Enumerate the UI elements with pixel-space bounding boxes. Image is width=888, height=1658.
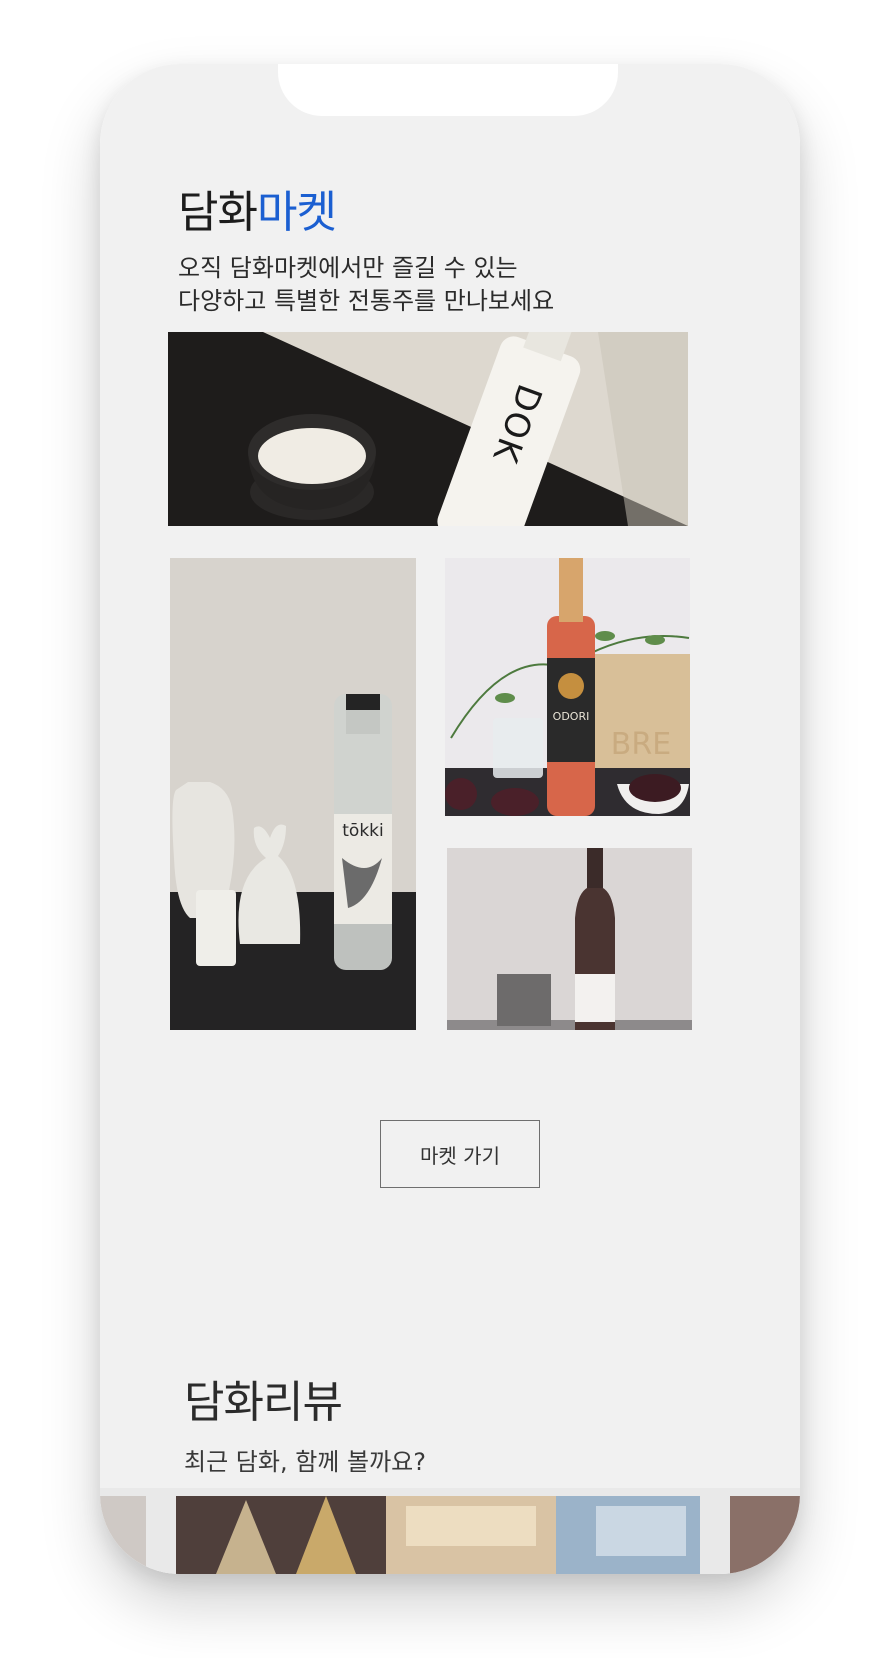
product-photo-odori[interactable]: BRE ODORI (445, 558, 690, 816)
dok-photo-graphic: DOK (168, 332, 688, 526)
go-to-market-button[interactable]: 마켓 가기 (380, 1120, 540, 1188)
bre-box-label: BRE (611, 727, 671, 762)
review-card-left-peek[interactable] (100, 1496, 146, 1574)
wine-photo-graphic (447, 848, 692, 1030)
review-carousel[interactable] (100, 1488, 800, 1574)
tokki-bottle-label: tōkki (342, 821, 383, 841)
phone-notch (278, 64, 618, 116)
phone-frame: 담화마켓 오직 담화마켓에서만 즐길 수 있는 다양하고 특별한 전통주를 만나… (100, 64, 800, 1574)
review-card-right-peek[interactable] (730, 1496, 800, 1574)
product-photo-dok[interactable]: DOK (168, 332, 688, 526)
review-card-main[interactable] (176, 1496, 700, 1574)
market-title: 담화마켓 (178, 176, 337, 240)
review-title: 담화리뷰 (184, 1377, 343, 1428)
market-title-part1: 담화 (178, 187, 258, 238)
odori-photo-graphic: BRE ODORI (445, 558, 690, 816)
market-title-part2: 마켓 (256, 187, 337, 238)
review-subtitle: 최근 담화, 함께 볼까요? (184, 1448, 426, 1476)
odori-bottle-label: ODORI (553, 710, 590, 723)
market-subtitle: 오직 담화마켓에서만 즐길 수 있는 다양하고 특별한 전통주를 만나보세요 (178, 254, 555, 315)
review-card-photo (176, 1496, 700, 1574)
product-photo-wine[interactable] (447, 848, 692, 1030)
tokki-photo-graphic: tōkki (170, 558, 416, 1030)
product-photo-tokki[interactable]: tōkki (170, 558, 416, 1030)
